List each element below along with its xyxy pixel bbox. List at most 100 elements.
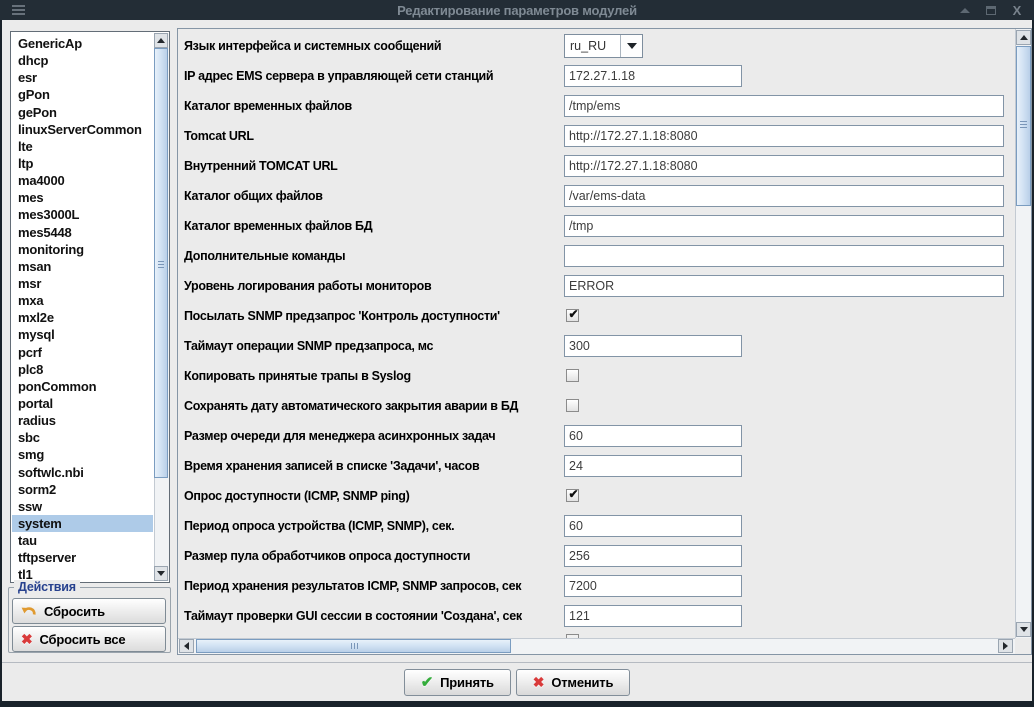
- actions-group-title: Действия: [14, 580, 80, 594]
- form-hscroll-thumb[interactable]: [196, 639, 511, 653]
- combo-value: ru_RU: [570, 39, 607, 53]
- shade-button[interactable]: [954, 0, 976, 20]
- form-scroll-left-button[interactable]: [179, 639, 194, 653]
- field-label: IP адрес EMS сервера в управляющей сети …: [184, 69, 494, 83]
- dialog-body: GenericAp dhcp esr gPon gePon linuxServerComm…: [2, 20, 1032, 701]
- list-item[interactable]: tftpserver: [12, 549, 153, 566]
- list-item[interactable]: msr: [12, 275, 153, 292]
- combo-dropdown-button[interactable]: [620, 35, 642, 57]
- field-label: Внутренний TOMCAT URL: [184, 159, 338, 173]
- list-item[interactable]: smg: [12, 446, 153, 463]
- list-item[interactable]: mes5448: [12, 224, 153, 241]
- text-field[interactable]: [564, 185, 1004, 207]
- close-icon: X: [1012, 2, 1022, 18]
- list-item[interactable]: tau: [12, 532, 153, 549]
- checkbox[interactable]: [566, 369, 579, 382]
- list-item[interactable]: softwlc.nbi: [12, 464, 153, 481]
- text-field[interactable]: [564, 155, 1004, 177]
- form-row: Посылать SNMP предзапрос 'Контроль досту…: [178, 301, 1014, 331]
- form-row: Уровень логирования работы мониторов: [178, 271, 1014, 301]
- checkbox[interactable]: [566, 399, 579, 412]
- text-field[interactable]: [564, 125, 1004, 147]
- form-row: Каталог временных файлов: [178, 91, 1014, 121]
- field-label: Таймаут операции SNMP предзапроса, мс: [184, 339, 434, 353]
- text-field[interactable]: [564, 455, 742, 477]
- text-field[interactable]: [564, 95, 1004, 117]
- text-field[interactable]: [564, 425, 742, 447]
- field-label: Дополнительные команды: [184, 249, 346, 263]
- list-item[interactable]: lte: [12, 138, 153, 155]
- list-item[interactable]: linuxServerCommon: [12, 121, 153, 138]
- list-item[interactable]: gPon: [12, 86, 153, 103]
- text-field[interactable]: [564, 515, 742, 537]
- titlebar: Редактирование параметров модулей X: [0, 0, 1034, 20]
- text-field[interactable]: [564, 245, 1004, 267]
- form-row: Размер очереди для менеджера асинхронных…: [178, 421, 1014, 451]
- list-item[interactable]: ma4000: [12, 172, 153, 189]
- form-row: Сохранять дату автоматического закрытия …: [178, 391, 1014, 421]
- list-item[interactable]: gePon: [12, 104, 153, 121]
- field-label: Период хранения результатов ICMP, SNMP з…: [184, 579, 522, 593]
- list-item[interactable]: msan: [12, 258, 153, 275]
- text-field[interactable]: [564, 65, 742, 87]
- scroll-up-button[interactable]: [154, 33, 168, 48]
- field-label: Период опроса устройства (ICMP, SNMP), с…: [184, 519, 455, 533]
- list-item[interactable]: plc8: [12, 361, 153, 378]
- list-item[interactable]: esr: [12, 69, 153, 86]
- module-list-scroll-thumb[interactable]: [154, 48, 168, 478]
- close-button[interactable]: X: [1006, 0, 1028, 20]
- list-item[interactable]: portal: [12, 395, 153, 412]
- form-row: Период хранения результатов ICMP, SNMP з…: [178, 571, 1014, 601]
- checkbox[interactable]: [566, 489, 579, 502]
- arrow-up-icon: [157, 38, 165, 43]
- cancel-button-label: Отменить: [551, 674, 614, 690]
- form-scroll-up-button[interactable]: [1016, 30, 1031, 45]
- accept-button[interactable]: ✔ Принять: [403, 668, 511, 696]
- list-item[interactable]: ponCommon: [12, 378, 153, 395]
- text-field[interactable]: [564, 605, 742, 627]
- list-item[interactable]: pcrf: [12, 344, 153, 361]
- field-label: Каталог временных файлов БД: [184, 219, 373, 233]
- form-scroll-right-button[interactable]: [998, 639, 1013, 653]
- reset-all-button[interactable]: ✖ Сбросить все: [12, 626, 166, 652]
- list-item[interactable]: ssw: [12, 498, 153, 515]
- list-item[interactable]: system: [12, 514, 153, 533]
- text-field[interactable]: [564, 215, 1004, 237]
- maximize-button[interactable]: [980, 0, 1002, 20]
- field-label: Уровень логирования работы мониторов: [184, 279, 432, 293]
- list-item[interactable]: mes: [12, 189, 153, 206]
- list-item[interactable]: sorm2: [12, 481, 153, 498]
- form-row: Каталог общих файлов: [178, 181, 1014, 211]
- list-item[interactable]: tl1: [12, 566, 153, 581]
- list-item[interactable]: sbc: [12, 429, 153, 446]
- text-field[interactable]: [564, 575, 742, 597]
- list-item[interactable]: mysql: [12, 326, 153, 343]
- form-row: Каталог временных файлов БД: [178, 211, 1014, 241]
- list-item[interactable]: mxl2e: [12, 309, 153, 326]
- list-item[interactable]: monitoring: [12, 241, 153, 258]
- form-row: Размер пула обработчиков опроса доступно…: [178, 541, 1014, 571]
- form-vscroll-thumb[interactable]: [1016, 46, 1031, 206]
- combo-box[interactable]: ru_RU: [564, 34, 643, 58]
- list-item[interactable]: mes3000L: [12, 206, 153, 223]
- form-scroll-down-button[interactable]: [1016, 622, 1031, 637]
- text-field[interactable]: [564, 275, 1004, 297]
- checkbox[interactable]: [566, 309, 579, 322]
- list-item[interactable]: mxa: [12, 292, 153, 309]
- cancel-button[interactable]: ✖ Отменить: [515, 668, 631, 696]
- field-label: Размер пула обработчиков опроса доступно…: [184, 549, 471, 563]
- list-item[interactable]: dhcp: [12, 52, 153, 69]
- field-label: Время хранения записей в списке 'Задачи'…: [184, 459, 480, 473]
- field-label: Каталог общих файлов: [184, 189, 323, 203]
- list-item[interactable]: GenericAp: [12, 35, 153, 52]
- list-item[interactable]: ltp: [12, 155, 153, 172]
- field-label: Опрос доступности (ICMP, SNMP ping): [184, 489, 410, 503]
- window-title: Редактирование параметров модулей: [397, 2, 637, 18]
- form-row: Время хранения записей в списке 'Задачи'…: [178, 451, 1014, 481]
- scroll-down-button[interactable]: [154, 566, 168, 581]
- list-item[interactable]: radius: [12, 412, 153, 429]
- text-field[interactable]: [564, 545, 742, 567]
- text-field[interactable]: [564, 335, 742, 357]
- reset-button[interactable]: Сбросить: [12, 598, 166, 624]
- thumb-grip: [351, 643, 358, 649]
